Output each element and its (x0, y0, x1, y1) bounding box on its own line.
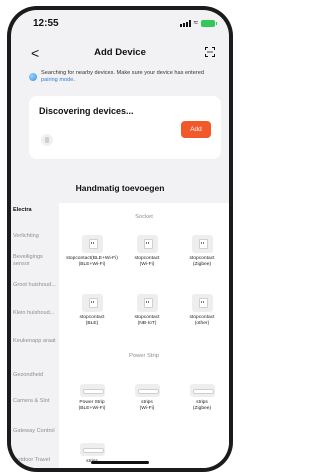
device-tile[interactable]: stopcontact (Zigbee) (173, 235, 229, 268)
sidebar-item-gateway-control[interactable]: Gateway Control (13, 428, 57, 435)
category-sidebar: Electra Verlichting Beveiligings sensor … (11, 203, 59, 468)
discovering-devices-card: Discovering devices... Add (29, 96, 221, 159)
add-button[interactable]: Add (181, 121, 211, 138)
device-label: stopcontact (NB-IoT) (134, 315, 160, 326)
pairing-mode-link[interactable]: pairing mode (41, 77, 73, 83)
discovering-title: Discovering devices... (39, 106, 134, 116)
device-tile[interactable]: stopcontact (other) (173, 294, 229, 327)
power-strip-icon (79, 384, 105, 397)
power-strip-icon (79, 443, 105, 456)
device-label: strips (Zigbee) (192, 400, 212, 411)
plug-icon (81, 294, 103, 312)
device-tile[interactable]: Power Strip (BLE+Wi-Fi) (63, 384, 121, 412)
plug-icon (136, 235, 158, 253)
sidebar-item-electra[interactable]: Electra (13, 207, 57, 214)
category-heading-socket: Socket (135, 214, 153, 220)
device-label: Power Strip (BLE+Wi-Fi) (78, 400, 106, 411)
scan-icon[interactable] (205, 47, 215, 57)
device-tile[interactable]: stopcontact(BLE+Wi-Fi) (BLE+Wi-Fi) (63, 235, 121, 268)
device-tile[interactable]: stopcontact (Wi-Fi) (118, 235, 176, 268)
radar-icon (29, 73, 37, 81)
sidebar-item-verlichting[interactable]: Verlichting (13, 233, 57, 240)
plug-icon (81, 235, 103, 253)
cellular-signal-icon (179, 19, 191, 27)
status-time: 12:55 (33, 18, 59, 29)
device-label: stopcontact (other) (189, 315, 215, 326)
sidebar-item-camera-slot[interactable]: Camera & Slot (13, 398, 57, 405)
device-tile[interactable]: strips (Wi-Fi) (118, 384, 176, 412)
phone-frame: 12:55 ≈ < Add Device Searching for nearb… (7, 6, 233, 472)
sidebar-item-groot-huishoud[interactable]: Groot huishoud... (13, 282, 57, 289)
device-tile[interactable]: strips (Zigbee) (173, 384, 229, 412)
device-label: stopcontact (Zigbee) (189, 256, 215, 267)
search-hint: Searching for nearby devices. Make sure … (29, 70, 215, 84)
sidebar-item-keukenapparaat[interactable]: Keukenapp araat (13, 338, 57, 345)
hint-message: Searching for nearby devices. Make sure … (41, 70, 204, 76)
sidebar-item-klein-huishoud[interactable]: Klein huishoud... (13, 310, 57, 317)
manual-add-title: Handmatig toevoegen (75, 183, 165, 193)
sidebar-item-gezondheid[interactable]: Gezondheid (13, 372, 57, 379)
plug-icon (136, 294, 158, 312)
page-title: Add Device (94, 47, 146, 58)
device-label: stopcontact (BLE) (79, 315, 105, 326)
category-heading-power-strip: Power Strip (129, 353, 159, 359)
sidebar-item-beveiligings-sensor[interactable]: Beveiligings sensor (13, 254, 57, 267)
device-label: strips (Wi-Fi) (139, 400, 155, 411)
power-strip-icon (134, 384, 160, 397)
device-label: stopcontact (Wi-Fi) (134, 256, 160, 267)
status-icons: ≈ (179, 18, 217, 27)
battery-icon (201, 19, 217, 27)
device-tile[interactable]: stopcontact (BLE) (63, 294, 121, 327)
hint-tail: . (73, 77, 75, 83)
hint-text: Searching for nearby devices. Make sure … (41, 70, 215, 84)
device-tile[interactable]: stopcontact (NB-IoT) (118, 294, 176, 327)
plug-icon (191, 235, 213, 253)
wifi-icon: ≈ (193, 18, 198, 27)
home-indicator[interactable] (91, 461, 149, 464)
device-label: stopcontact(BLE+Wi-Fi) (BLE+Wi-Fi) (66, 256, 118, 267)
sidebar-item-outdoor-travel[interactable]: Outdoor Travel (13, 457, 57, 464)
device-catalog: Socket stopcontact(BLE+Wi-Fi) (BLE+Wi-Fi… (59, 203, 229, 468)
status-bar: 12:55 ≈ (11, 10, 229, 36)
navigation-bar: < Add Device (11, 44, 229, 64)
app-screenshot: 12:55 ≈ < Add Device Searching for nearb… (0, 0, 241, 474)
power-strip-icon (189, 384, 215, 397)
phone-screen: 12:55 ≈ < Add Device Searching for nearb… (11, 10, 229, 468)
discovered-device-icon (41, 134, 53, 146)
plug-icon (191, 294, 213, 312)
